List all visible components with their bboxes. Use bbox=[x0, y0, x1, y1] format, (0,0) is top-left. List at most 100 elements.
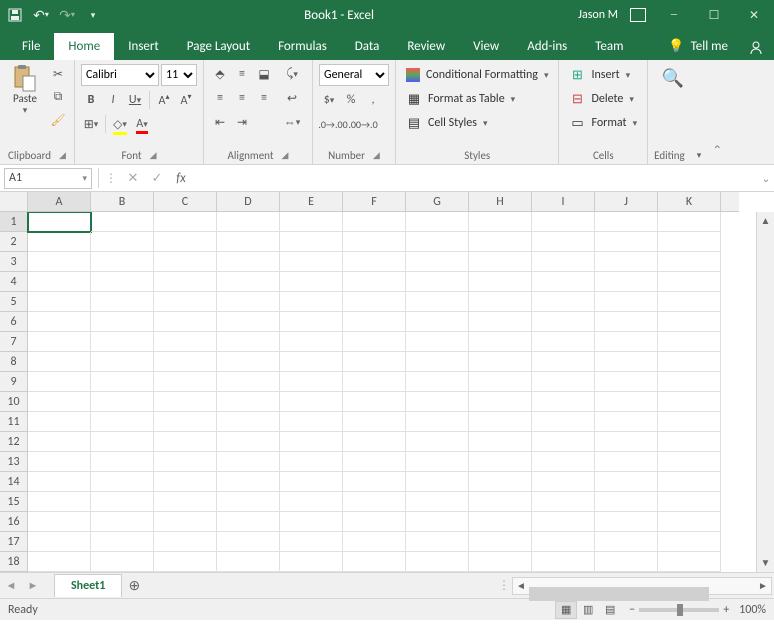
cell-A8[interactable] bbox=[28, 352, 91, 372]
accounting-format-button[interactable]: $▾ bbox=[319, 90, 339, 110]
scroll-left-icon[interactable]: ◄ bbox=[513, 579, 529, 592]
cell-E4[interactable] bbox=[280, 272, 343, 292]
scroll-down-icon[interactable]: ▼ bbox=[757, 554, 774, 572]
cell-F8[interactable] bbox=[343, 352, 406, 372]
alignment-launcher-icon[interactable]: ◢ bbox=[282, 150, 289, 161]
cell-B5[interactable] bbox=[91, 292, 154, 312]
cell-D15[interactable] bbox=[217, 492, 280, 512]
select-all-button[interactable] bbox=[0, 192, 28, 212]
tab-view[interactable]: View bbox=[459, 33, 513, 60]
cell-A13[interactable] bbox=[28, 452, 91, 472]
format-as-table-button[interactable]: ▦ Format as Table▾ bbox=[402, 88, 552, 110]
cell-A9[interactable] bbox=[28, 372, 91, 392]
align-top-button[interactable]: ⬘ bbox=[210, 64, 230, 84]
align-middle-button[interactable]: ≡ bbox=[232, 64, 252, 84]
cell-B7[interactable] bbox=[91, 332, 154, 352]
font-color-button[interactable]: A▾ bbox=[132, 114, 152, 134]
cell-I15[interactable] bbox=[532, 492, 595, 512]
increase-indent-button[interactable]: ⇥ bbox=[232, 112, 252, 132]
cell-K14[interactable] bbox=[658, 472, 721, 492]
clipboard-launcher-icon[interactable]: ◢ bbox=[59, 150, 66, 161]
cell-G8[interactable] bbox=[406, 352, 469, 372]
cell-H1[interactable] bbox=[469, 212, 532, 232]
align-bottom-button[interactable]: ⬓ bbox=[254, 64, 274, 84]
cell-E7[interactable] bbox=[280, 332, 343, 352]
row-header-13[interactable]: 13 bbox=[0, 452, 28, 472]
cell-K18[interactable] bbox=[658, 552, 721, 572]
cell-I8[interactable] bbox=[532, 352, 595, 372]
cell-A3[interactable] bbox=[28, 252, 91, 272]
cell-D13[interactable] bbox=[217, 452, 280, 472]
undo-icon[interactable]: ↶▾ bbox=[32, 6, 50, 24]
cell-K13[interactable] bbox=[658, 452, 721, 472]
row-header-14[interactable]: 14 bbox=[0, 472, 28, 492]
tab-review[interactable]: Review bbox=[393, 33, 459, 60]
cell-B2[interactable] bbox=[91, 232, 154, 252]
cell-G3[interactable] bbox=[406, 252, 469, 272]
cell-B16[interactable] bbox=[91, 512, 154, 532]
cell-J2[interactable] bbox=[595, 232, 658, 252]
bold-button[interactable]: B bbox=[81, 90, 101, 110]
cell-K2[interactable] bbox=[658, 232, 721, 252]
cell-C12[interactable] bbox=[154, 432, 217, 452]
cell-I17[interactable] bbox=[532, 532, 595, 552]
cell-J15[interactable] bbox=[595, 492, 658, 512]
share-icon[interactable] bbox=[738, 40, 774, 60]
cell-F18[interactable] bbox=[343, 552, 406, 572]
cell-D4[interactable] bbox=[217, 272, 280, 292]
cell-I16[interactable] bbox=[532, 512, 595, 532]
cell-A6[interactable] bbox=[28, 312, 91, 332]
cell-C11[interactable] bbox=[154, 412, 217, 432]
expand-formula-bar-icon[interactable]: ⌄ bbox=[758, 172, 774, 185]
orientation-button[interactable]: ⤹▾ bbox=[278, 64, 306, 84]
number-launcher-icon[interactable]: ◢ bbox=[373, 150, 380, 161]
row-header-3[interactable]: 3 bbox=[0, 252, 28, 272]
cell-K6[interactable] bbox=[658, 312, 721, 332]
cell-E3[interactable] bbox=[280, 252, 343, 272]
merge-center-button[interactable]: ⇔▾ bbox=[278, 112, 306, 132]
font-size-combo[interactable]: 11 bbox=[161, 64, 197, 86]
normal-view-button[interactable]: ▦ bbox=[555, 601, 577, 619]
cell-styles-button[interactable]: ▤ Cell Styles▾ bbox=[402, 112, 552, 134]
cell-H10[interactable] bbox=[469, 392, 532, 412]
cell-J4[interactable] bbox=[595, 272, 658, 292]
cell-E18[interactable] bbox=[280, 552, 343, 572]
cell-A16[interactable] bbox=[28, 512, 91, 532]
cell-C9[interactable] bbox=[154, 372, 217, 392]
column-header-K[interactable]: K bbox=[658, 192, 721, 212]
insert-cells-button[interactable]: ⊞ Insert▾ bbox=[565, 64, 641, 86]
minimize-button[interactable]: ─ bbox=[654, 0, 694, 30]
cell-G2[interactable] bbox=[406, 232, 469, 252]
row-header-15[interactable]: 15 bbox=[0, 492, 28, 512]
percent-format-button[interactable]: % bbox=[341, 90, 361, 110]
cell-B11[interactable] bbox=[91, 412, 154, 432]
cell-D17[interactable] bbox=[217, 532, 280, 552]
column-header-D[interactable]: D bbox=[217, 192, 280, 212]
row-header-18[interactable]: 18 bbox=[0, 552, 28, 572]
cells-area[interactable] bbox=[28, 212, 756, 572]
copy-button[interactable]: ⧉ bbox=[48, 87, 68, 107]
row-header-1[interactable]: 1 bbox=[0, 212, 28, 232]
cell-H7[interactable] bbox=[469, 332, 532, 352]
delete-cells-button[interactable]: ⊟ Delete▾ bbox=[565, 88, 641, 110]
tab-insert[interactable]: Insert bbox=[114, 33, 173, 60]
cell-K15[interactable] bbox=[658, 492, 721, 512]
cell-I14[interactable] bbox=[532, 472, 595, 492]
tab-home[interactable]: Home bbox=[54, 33, 114, 60]
cell-D3[interactable] bbox=[217, 252, 280, 272]
cell-I2[interactable] bbox=[532, 232, 595, 252]
column-header-C[interactable]: C bbox=[154, 192, 217, 212]
cell-D2[interactable] bbox=[217, 232, 280, 252]
cell-B6[interactable] bbox=[91, 312, 154, 332]
zoom-out-button[interactable]: − bbox=[629, 603, 635, 617]
cell-B18[interactable] bbox=[91, 552, 154, 572]
tab-file[interactable]: File bbox=[8, 33, 54, 60]
cell-J17[interactable] bbox=[595, 532, 658, 552]
cell-J6[interactable] bbox=[595, 312, 658, 332]
cell-G10[interactable] bbox=[406, 392, 469, 412]
cell-E1[interactable] bbox=[280, 212, 343, 232]
find-select-button[interactable]: 🔍 bbox=[654, 64, 692, 92]
column-header-J[interactable]: J bbox=[595, 192, 658, 212]
cell-H11[interactable] bbox=[469, 412, 532, 432]
cell-D6[interactable] bbox=[217, 312, 280, 332]
